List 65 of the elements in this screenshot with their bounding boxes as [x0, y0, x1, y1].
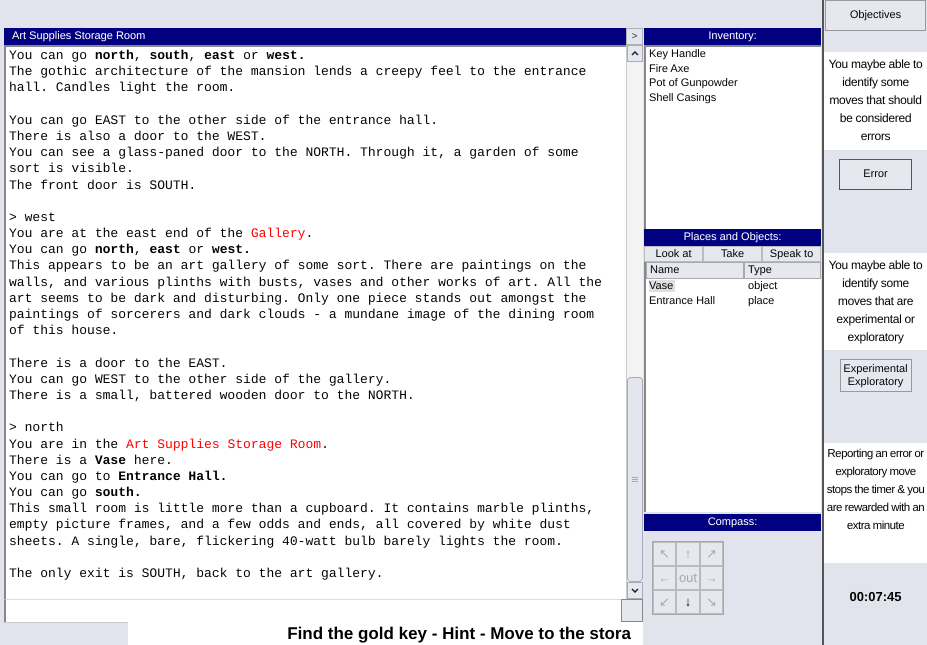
column-header[interactable]: Name [646, 262, 744, 279]
log-line: > west [9, 210, 57, 226]
log-line: empty picture frames, and a few odds and ends, all covered by white dust [9, 517, 572, 534]
log-line: The only exit is SOUTH, back to the art gallery. [9, 566, 384, 582]
table-cell[interactable]: Vase [649, 280, 676, 292]
panel-header: Places and Objects: [644, 229, 821, 246]
command-input[interactable] [4, 599, 621, 622]
scroll-up-icon[interactable] [631, 51, 639, 56]
log-line: art seems to be dark and disturbing. Only one piece stands out amongst the [9, 290, 588, 307]
action-button[interactable]: Look at [644, 246, 703, 262]
window-title: Art Supplies Storage Room [4, 28, 626, 45]
table-cell-text: place [747, 294, 774, 308]
panel-header: Compass: [644, 514, 821, 531]
grip-icon [632, 477, 638, 482]
log-line: sheets. A single, bare, flickering 40-watt bulb barely lights the room. [9, 534, 564, 550]
log-line: There is a door to the EAST. [9, 356, 228, 372]
inventory-item[interactable]: Key Handle [649, 47, 821, 62]
log-line: You can see a glass-paned door to the NORTH. Through it, a garden of some [9, 145, 580, 162]
log-line: The front door is SOUTH. [9, 178, 198, 194]
log-text: . [321, 436, 329, 452]
inventory-item[interactable]: Fire Axe [649, 62, 821, 76]
place-name: Gallery [250, 226, 306, 242]
log-line: You can go south. [9, 485, 143, 502]
log-line: You can go north, south, east or west. [9, 48, 307, 64]
log-line: This small room is little more than a cupboard. It contains marble plinths, [9, 501, 596, 518]
log-line: hall. Candles light the room. [9, 80, 236, 97]
log-line: You can go north, east or west. [9, 242, 252, 258]
log-text: You are in the [9, 436, 120, 452]
log-line: sort is visible. [9, 161, 135, 178]
log-line: There is a small, battered wooden door to the NORTH. [9, 388, 416, 404]
instruction-text: You maybe able to identify some moves that are experimental or exploratory [824, 253, 927, 350]
objectives-button[interactable]: Objectives [825, 0, 926, 31]
log-line: The gothic architecture of the mansion lends a creepy feel to the entrance [9, 64, 588, 80]
panel-header: Inventory: [644, 28, 821, 45]
action-button[interactable]: Speak to [762, 246, 821, 262]
column-header[interactable]: Type [744, 262, 821, 279]
place-name: Art Supplies Storage Room [126, 436, 322, 452]
table-cell[interactable]: Entrance Hall [649, 294, 716, 306]
inventory-list[interactable]: Key Handle Fire Axe Pot of Gunpowder Shell Casings [644, 45, 821, 229]
hint-bar: Find the gold key - Hint - Move to the stora [128, 622, 643, 645]
scrollbar[interactable] [626, 45, 643, 599]
compass-button[interactable]: ↓ [676, 590, 700, 614]
error-button[interactable]: Error [839, 159, 912, 190]
table-cell-text: object [747, 279, 778, 294]
log-line: You can go WEST to the other side of the gallery. [9, 372, 392, 388]
log-line: There is also a door to the WEST. [9, 128, 268, 146]
log-line: You can go EAST to the other side of the entrance hall. [9, 112, 440, 129]
experimental-exploratory-button[interactable]: Experimental Exploratory [840, 359, 912, 392]
expand-button[interactable]: > [626, 28, 643, 45]
scroll-down-icon[interactable] [631, 588, 639, 593]
instruction-text: You maybe able to identify some moves that should be considered errors [824, 52, 927, 150]
log-line: paintings of sorcerers and dark clouds - a mundane image of the dining room [9, 307, 596, 324]
log-text: . [305, 226, 314, 242]
log-line: This appears to be an art gallery of some sort. There are paintings on the [9, 258, 588, 275]
log-text: You are at the east end of the [9, 226, 244, 242]
log-line: > north [9, 420, 65, 436]
action-button[interactable]: Take [703, 246, 762, 262]
inventory-item[interactable]: Shell Casings [649, 90, 821, 105]
inventory-item[interactable]: Pot of Gunpowder [649, 76, 821, 90]
log-line: You can go to Entrance Hall. [9, 468, 228, 486]
log-line: walls, and various plinths with busts, vases and other works of art. All the [9, 274, 603, 291]
log-line: of this house. [9, 323, 120, 340]
log-line: There is a Vase here. [9, 452, 174, 469]
timer: 00:07:45 [849, 589, 902, 604]
instruction-text: Reporting an error or exploratory move stops the timer & you are rewarded with an extra minute [824, 443, 927, 563]
